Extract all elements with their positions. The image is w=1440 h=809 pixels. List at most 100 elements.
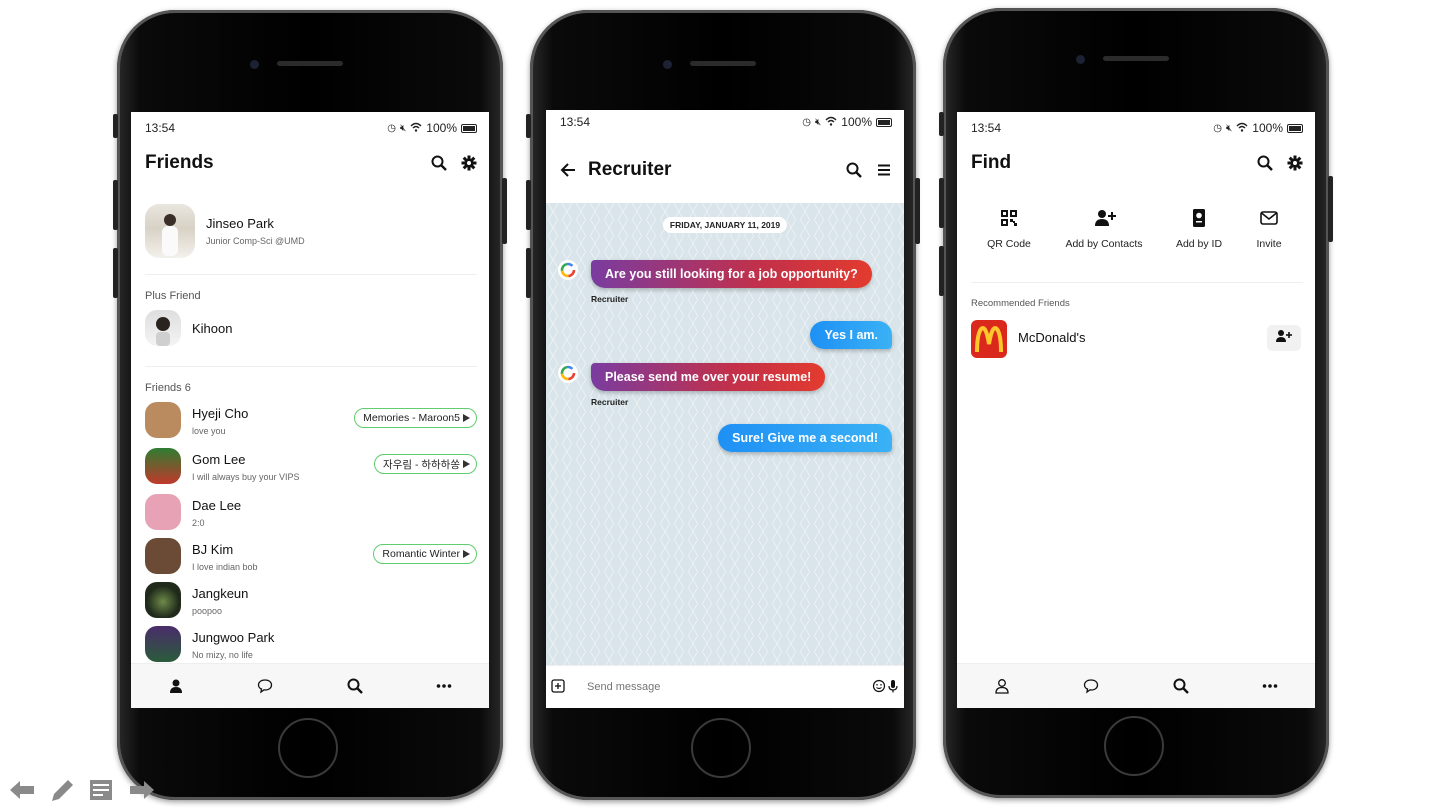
battery-icon xyxy=(461,123,477,133)
wifi-icon xyxy=(410,122,422,135)
next-slide-icon[interactable] xyxy=(126,776,158,804)
add-by-contacts-option[interactable]: Add by Contacts xyxy=(1061,208,1147,250)
more-icon[interactable] xyxy=(1262,678,1278,694)
home-button[interactable] xyxy=(1104,716,1164,776)
friend-row[interactable]: Hyeji Cho love you Memories - Maroon5 xyxy=(145,402,477,442)
alarm-icon: ◷ xyxy=(1213,122,1222,134)
phone-find: 13:54 ◷ 🔇︎ 100% Find QR Code Add by Cont… xyxy=(939,8,1333,798)
person-outline-icon[interactable] xyxy=(994,678,1010,694)
power-button xyxy=(1328,176,1333,242)
qr-code-option[interactable]: QR Code xyxy=(981,208,1037,250)
previous-slide-icon[interactable] xyxy=(6,776,38,804)
message-input[interactable] xyxy=(585,680,872,694)
front-camera xyxy=(663,60,672,69)
recommended-friends-label: Recommended Friends xyxy=(971,298,1070,309)
friend-name: Jungwoo Park xyxy=(192,630,275,645)
person-icon[interactable] xyxy=(168,678,184,694)
music-pill[interactable]: Romantic Winter xyxy=(373,544,477,564)
friend-status: I will always buy your VIPS xyxy=(192,472,300,482)
friend-name: McDonald's xyxy=(1018,330,1086,345)
add-person-icon xyxy=(1275,329,1293,348)
music-title: Memories - Maroon5 xyxy=(363,412,460,424)
divider xyxy=(145,366,477,367)
pen-icon[interactable] xyxy=(46,776,78,804)
gear-icon[interactable] xyxy=(1287,155,1303,171)
google-avatar-icon xyxy=(558,260,578,280)
search-icon[interactable] xyxy=(431,155,447,171)
menu-icon[interactable] xyxy=(876,162,892,178)
front-camera xyxy=(250,60,259,69)
app-bar: Find xyxy=(971,150,1303,176)
friend-status: poopoo xyxy=(192,606,223,616)
add-by-id-option[interactable]: Add by ID xyxy=(1167,208,1231,250)
earpiece-speaker xyxy=(1103,56,1169,61)
more-icon[interactable] xyxy=(436,678,452,694)
friend-name: BJ Kim xyxy=(192,542,234,557)
profile-subtitle: Junior Comp-Sci @UMD xyxy=(206,236,305,246)
search-icon[interactable] xyxy=(1173,678,1189,694)
google-avatar-icon xyxy=(558,363,578,383)
mute-icon: 🔇︎ xyxy=(814,116,822,128)
friend-name: Gom Lee xyxy=(192,452,246,467)
home-button[interactable] xyxy=(278,718,338,778)
search-icon[interactable] xyxy=(1257,155,1273,171)
id-book-icon xyxy=(1189,208,1209,228)
friend-row[interactable]: Gom Lee I will always buy your VIPS 자우림 … xyxy=(145,448,477,488)
chat-screen: 13:54 ◷ 🔇︎ 100% Recruiter FRIDAY, JANUAR… xyxy=(546,110,904,708)
option-label: Invite xyxy=(1256,238,1282,250)
message-bubble-received[interactable]: Are you still looking for a job opportun… xyxy=(591,260,872,288)
mute-icon: 🔇︎ xyxy=(399,122,407,134)
page-title: Find xyxy=(971,152,1012,173)
friends-count-label: Friends 6 xyxy=(145,382,191,394)
envelope-icon xyxy=(1259,208,1279,228)
music-pill[interactable]: 자우림 - 하하하쏭 xyxy=(374,454,477,474)
avatar xyxy=(145,310,181,346)
mute-switch xyxy=(113,114,118,138)
invite-option[interactable]: Invite xyxy=(1247,208,1291,250)
app-bar: Friends xyxy=(145,150,477,176)
emoji-icon[interactable] xyxy=(872,679,886,695)
tab-bar xyxy=(131,663,489,708)
search-icon[interactable] xyxy=(846,162,862,178)
status-bar: 13:54 ◷ 🔇︎ 100% xyxy=(145,120,477,136)
add-friend-button[interactable] xyxy=(1267,325,1301,351)
volume-up-button xyxy=(526,180,531,230)
search-icon[interactable] xyxy=(347,678,363,694)
chat-title: Recruiter xyxy=(588,159,672,180)
friend-row[interactable]: BJ Kim I love indian bob Romantic Winter xyxy=(145,538,477,578)
chat-bubble-icon[interactable] xyxy=(1083,678,1099,694)
friend-name: Kihoon xyxy=(192,321,233,336)
back-arrow-icon[interactable] xyxy=(560,162,576,178)
status-bar: 13:54 ◷ 🔇︎ 100% xyxy=(971,120,1303,136)
message-bubble-received[interactable]: Please send me over your resume! xyxy=(591,363,826,391)
option-label: Add by ID xyxy=(1175,238,1223,250)
music-pill[interactable]: Memories - Maroon5 xyxy=(354,408,477,428)
battery-icon xyxy=(1287,123,1303,133)
friend-name: Dae Lee xyxy=(192,498,242,513)
option-label: Add by Contacts xyxy=(1065,238,1143,250)
add-attachment-icon[interactable] xyxy=(551,679,567,695)
friend-row[interactable]: Jangkeun poopoo xyxy=(145,582,477,622)
notes-icon[interactable] xyxy=(86,776,118,804)
my-profile[interactable]: Jinseo Park Junior Comp-Sci @UMD xyxy=(145,204,477,262)
gear-icon[interactable] xyxy=(461,155,477,171)
home-button[interactable] xyxy=(691,718,751,778)
alarm-icon: ◷ xyxy=(387,122,396,134)
friend-row[interactable]: Dae Lee 2:0 xyxy=(145,494,477,534)
message-composer xyxy=(546,665,904,708)
microphone-icon[interactable] xyxy=(886,679,900,695)
message-bubble-sent[interactable]: Sure! Give me a second! xyxy=(718,424,892,452)
status-time: 13:54 xyxy=(560,115,591,129)
battery-percent: 100% xyxy=(426,121,457,135)
message-bubble-sent[interactable]: Yes I am. xyxy=(810,321,892,349)
wifi-icon xyxy=(825,116,837,129)
plus-friend-row[interactable]: Kihoon xyxy=(145,310,477,350)
play-icon xyxy=(463,550,470,558)
phone-chat: 13:54 ◷ 🔇︎ 100% Recruiter FRIDAY, JANUAR… xyxy=(526,10,920,800)
chat-bubble-icon[interactable] xyxy=(257,678,273,694)
friend-row[interactable]: Jungwoo Park No mizy, no life xyxy=(145,626,477,666)
recommended-friend-row[interactable]: McDonald's xyxy=(971,320,1303,360)
phone-friends: 13:54 ◷ 🔇︎ 100% Friends Jinseo Park Juni… xyxy=(113,10,507,800)
friend-status: 2:0 xyxy=(192,518,205,528)
status-bar: 13:54 ◷ 🔇︎ 100% xyxy=(560,114,892,130)
